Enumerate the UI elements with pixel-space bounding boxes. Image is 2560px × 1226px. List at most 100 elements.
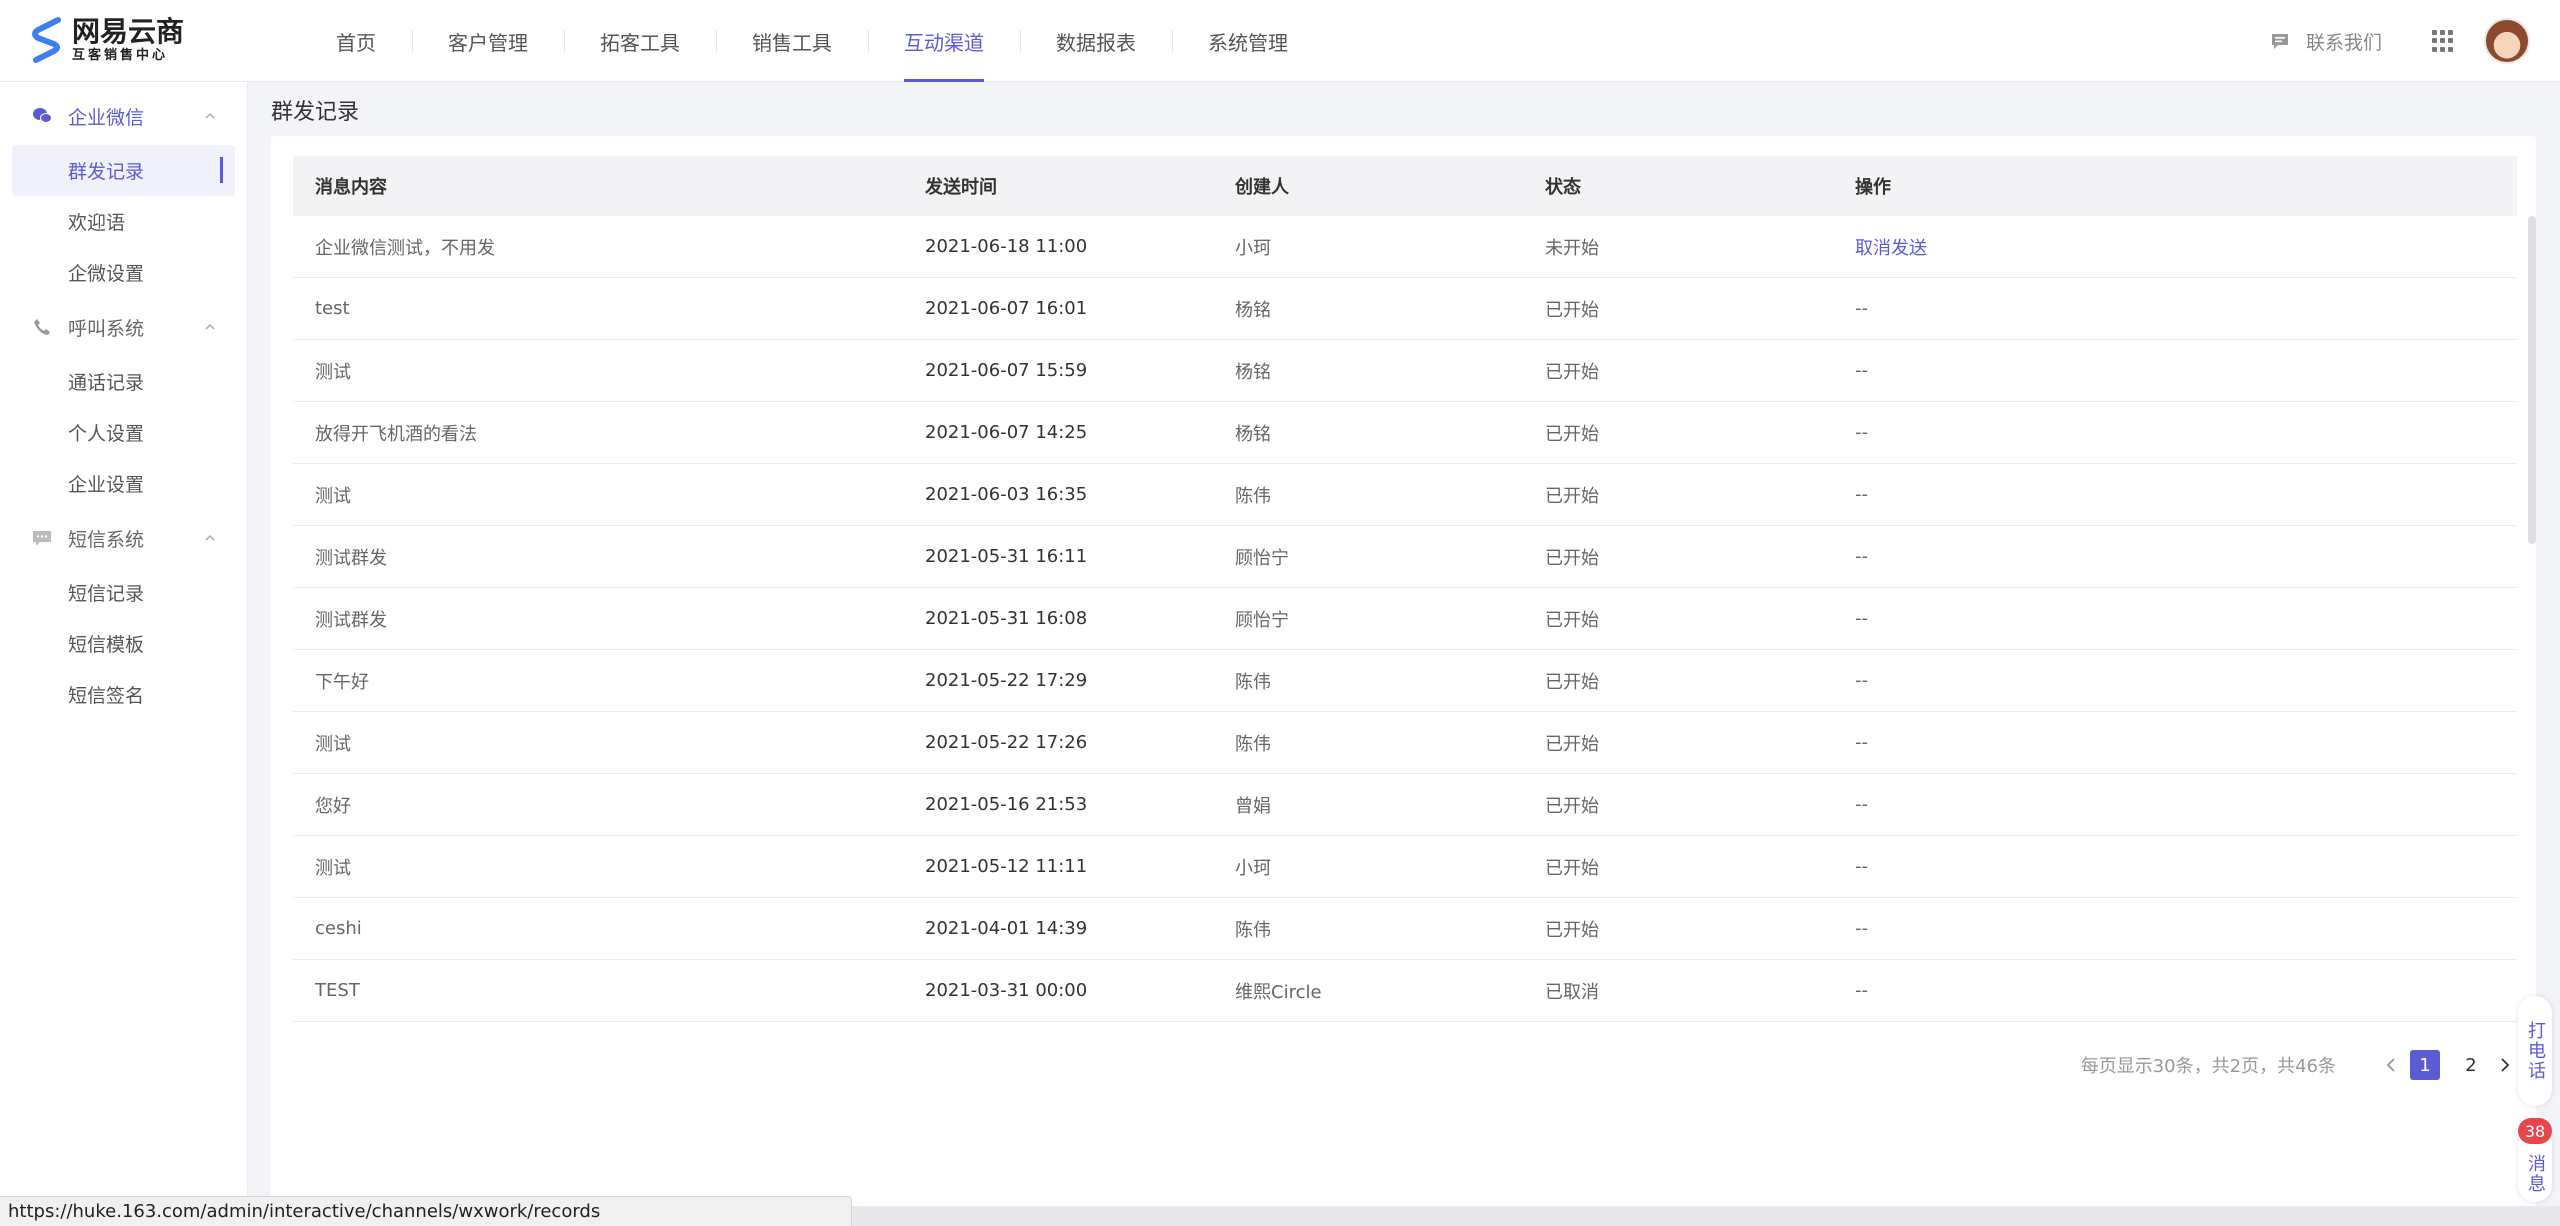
- cell-action: --: [1855, 918, 1868, 939]
- next-page-icon[interactable]: [2494, 1054, 2516, 1076]
- nav-system-management[interactable]: 系统管理: [1172, 0, 1324, 82]
- pagination-info: 每页显示30条，共2页，共46条: [2080, 1056, 2336, 1077]
- sidebar-item-mass-send-records[interactable]: 群发记录: [12, 145, 235, 196]
- cell-time: 2021-04-01 14:39: [925, 918, 1088, 939]
- pagination: 每页显示30条，共2页，共46条 1 2: [2081, 1050, 2516, 1080]
- header-status: 状态: [1545, 177, 1581, 198]
- cell-time: 2021-05-31 16:08: [925, 608, 1088, 629]
- cell-status: 已开始: [1545, 857, 1599, 879]
- cell-creator: 陈伟: [1235, 671, 1271, 693]
- cell-time: 2021-06-07 14:25: [925, 422, 1088, 443]
- cell-content: 放得开飞机酒的看法: [315, 423, 477, 445]
- table-row: TEST 2021-03-31 00:00 维熙Circle 已取消 --: [293, 960, 2517, 1022]
- sidebar-item-wework-settings[interactable]: 企微设置: [12, 247, 235, 298]
- cell-content: 测试: [315, 485, 351, 507]
- table-row: 放得开飞机酒的看法 2021-06-07 14:25 杨铭 已开始 --: [293, 402, 2517, 464]
- sidebar-group-sms-system[interactable]: 短信系统: [0, 509, 247, 567]
- contact-us-button[interactable]: 联系我们: [2270, 28, 2382, 55]
- table-row: ceshi 2021-04-01 14:39 陈伟 已开始 --: [293, 898, 2517, 960]
- nav-interactive-channels[interactable]: 互动渠道: [868, 0, 1020, 82]
- sidebar-item-call-records[interactable]: 通话记录: [12, 356, 235, 407]
- table-row: 您好 2021-05-16 21:53 曾娟 已开始 --: [293, 774, 2517, 836]
- cell-status: 已开始: [1545, 423, 1599, 445]
- logo-mark-icon: [32, 17, 61, 63]
- nav-data-reports[interactable]: 数据报表: [1020, 0, 1172, 82]
- table-row: 测试 2021-06-03 16:35 陈伟 已开始 --: [293, 464, 2517, 526]
- cell-time: 2021-06-03 16:35: [925, 484, 1088, 505]
- table-row: 测试群发 2021-05-31 16:11 顾怡宁 已开始 --: [293, 526, 2517, 588]
- cell-status: 已开始: [1545, 361, 1599, 383]
- message-widget-label: 消息: [2525, 1154, 2546, 1194]
- call-widget-label: 打电话: [2525, 1021, 2546, 1081]
- cell-action: --: [1855, 484, 1868, 505]
- cell-creator: 杨铭: [1235, 423, 1271, 445]
- sidebar-item-sms-records[interactable]: 短信记录: [12, 567, 235, 618]
- cell-status: 已开始: [1545, 609, 1599, 631]
- cell-content: 测试群发: [315, 547, 387, 569]
- cell-creator: 顾怡宁: [1235, 609, 1289, 631]
- sidebar-item-personal-settings[interactable]: 个人设置: [12, 407, 235, 458]
- logo-subtitle: 互客销售中心: [72, 48, 169, 63]
- sidebar-item-enterprise-settings[interactable]: 企业设置: [12, 458, 235, 509]
- cell-content: TEST: [315, 980, 360, 1001]
- page-button-1[interactable]: 1: [2410, 1050, 2440, 1080]
- sidebar-group-label: 企业微信: [68, 106, 145, 129]
- cell-content: 测试: [315, 857, 351, 879]
- cell-action: --: [1855, 794, 1868, 815]
- prev-page-icon[interactable]: [2380, 1054, 2402, 1076]
- top-navigation-bar: 网易云商 互客销售中心 首页 客户管理 拓客工具 销售工具 互动渠道 数据报表 …: [0, 0, 2560, 82]
- cell-time: 2021-03-31 00:00: [925, 980, 1088, 1001]
- sidebar-item-sms-signatures[interactable]: 短信签名: [12, 669, 235, 720]
- cell-action: --: [1855, 546, 1868, 567]
- table-row: 测试 2021-05-12 11:11 小珂 已开始 --: [293, 836, 2517, 898]
- cell-content: 测试: [315, 361, 351, 383]
- sidebar-group-call-system[interactable]: 呼叫系统: [0, 298, 247, 356]
- cell-time: 2021-05-12 11:11: [925, 856, 1088, 877]
- horizontal-scrollbar[interactable]: [852, 1206, 2560, 1226]
- sms-icon: [32, 528, 52, 548]
- header-send-time: 发送时间: [925, 177, 997, 198]
- cell-action: --: [1855, 980, 1868, 1001]
- sidebar-group-label: 短信系统: [68, 528, 145, 551]
- table-row: 企业微信测试，不用发 2021-06-18 11:00 小珂 未开始 取消发送: [293, 216, 2517, 278]
- cell-status: 已开始: [1545, 671, 1599, 693]
- cell-action: --: [1855, 298, 1868, 319]
- sidebar-item-welcome-message[interactable]: 欢迎语: [12, 196, 235, 247]
- sidebar-group-wework[interactable]: 企业微信: [0, 87, 247, 145]
- app-grid-icon[interactable]: [2432, 30, 2454, 52]
- cell-time: 2021-05-16 21:53: [925, 794, 1088, 815]
- browser-status-url: https://huke.163.com/admin/interactive/c…: [0, 1196, 852, 1226]
- nav-sales-tools[interactable]: 销售工具: [716, 0, 868, 82]
- nav-customer-management[interactable]: 客户管理: [412, 0, 564, 82]
- call-widget-button[interactable]: 打电话: [2518, 996, 2552, 1106]
- cell-time: 2021-05-22 17:26: [925, 732, 1088, 753]
- cell-content: 企业微信测试，不用发: [315, 237, 495, 259]
- cell-content: 测试: [315, 733, 351, 755]
- user-avatar[interactable]: [2484, 18, 2530, 64]
- cancel-send-link[interactable]: 取消发送: [1855, 238, 1927, 259]
- chat-bubble-icon: [2271, 34, 2288, 49]
- nav-home[interactable]: 首页: [300, 0, 412, 82]
- cell-action: --: [1855, 422, 1868, 443]
- sidebar-item-sms-templates[interactable]: 短信模板: [12, 618, 235, 669]
- cell-creator: 陈伟: [1235, 733, 1271, 755]
- page-button-2[interactable]: 2: [2456, 1050, 2486, 1080]
- cell-status: 已开始: [1545, 485, 1599, 507]
- cell-time: 2021-05-31 16:11: [925, 546, 1088, 567]
- cell-action: --: [1855, 732, 1868, 753]
- logo[interactable]: 网易云商 互客销售中心: [30, 16, 184, 64]
- cell-creator: 小珂: [1235, 237, 1271, 259]
- header-content: 消息内容: [315, 177, 387, 198]
- cell-status: 已开始: [1545, 299, 1599, 321]
- header-action: 操作: [1855, 177, 1891, 198]
- cell-creator: 小珂: [1235, 857, 1271, 879]
- cell-time: 2021-05-22 17:29: [925, 670, 1088, 691]
- wechat-icon: [32, 106, 52, 126]
- nav-prospecting-tools[interactable]: 拓客工具: [564, 0, 716, 82]
- cell-status: 已开始: [1545, 733, 1599, 755]
- table-row: 测试群发 2021-05-31 16:08 顾怡宁 已开始 --: [293, 588, 2517, 650]
- table-scrollbar[interactable]: [2528, 216, 2536, 544]
- cell-content: ceshi: [315, 918, 362, 939]
- cell-creator: 杨铭: [1235, 361, 1271, 383]
- chevron-up-icon: [205, 112, 215, 119]
